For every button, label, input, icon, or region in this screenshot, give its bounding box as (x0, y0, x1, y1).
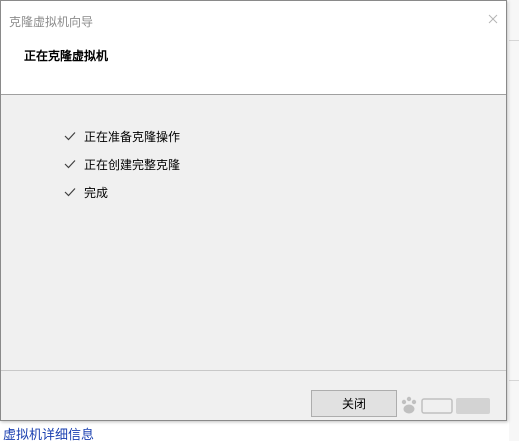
close-button[interactable]: 关闭 (311, 390, 397, 417)
background-app-strip (509, 0, 519, 441)
check-icon (64, 158, 76, 169)
check-icon (64, 130, 76, 141)
background-divider (509, 380, 519, 381)
dialog-header: 克隆虚拟机向导 正在克隆虚拟机 (1, 1, 506, 95)
page-heading: 正在克隆虚拟机 (24, 49, 109, 63)
baidu-jingyan-watermark (398, 394, 494, 418)
step-label: 正在创建完整克隆 (84, 158, 181, 172)
clone-vm-wizard-dialog: 克隆虚拟机向导 正在克隆虚拟机 正在准备克隆操作 正在创建完整克隆 完成 关闭 (0, 0, 507, 421)
check-icon (64, 186, 76, 197)
close-icon[interactable] (485, 11, 501, 27)
step-label: 完成 (84, 186, 109, 200)
vm-details-link[interactable]: 虚拟机详细信息 (3, 424, 94, 443)
footer-divider (1, 370, 506, 371)
dialog-title: 克隆虚拟机向导 (9, 15, 94, 29)
background-divider (509, 40, 519, 41)
step-label: 正在准备克隆操作 (84, 130, 181, 144)
